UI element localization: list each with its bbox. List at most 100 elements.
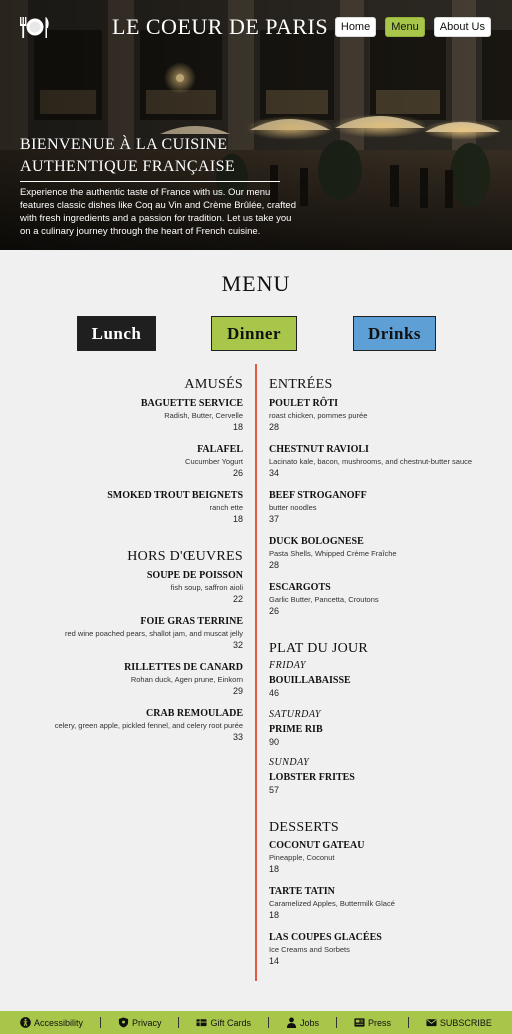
shield-icon <box>118 1017 129 1028</box>
item-price: 26 <box>232 468 243 478</box>
item-price: 22 <box>232 594 243 604</box>
footer-link-gift-cards[interactable]: Gift Cards <box>196 1017 251 1028</box>
footer-separator <box>100 1017 101 1028</box>
menu-item: Bouillabaisse 46 <box>269 675 489 698</box>
menu-item: Chestnut Ravioli Lacinato kale, bacon, m… <box>269 444 489 478</box>
footer-bar: Accessibility Privacy Gift Cards Jobs Pr… <box>0 1011 512 1034</box>
section-title-amuses: Amusés <box>184 377 243 392</box>
footer-link-label: Accessibility <box>34 1017 84 1028</box>
menu-item: Falafel Cucumber Yogurt 26 <box>40 444 243 478</box>
footer-link-jobs[interactable]: Jobs <box>286 1017 319 1028</box>
footer-separator <box>178 1017 180 1028</box>
item-name: Prime Rib <box>269 724 323 735</box>
footer-link-label: SUBSCRIBE <box>439 1017 492 1028</box>
item-description: ranch ette <box>209 503 243 512</box>
item-name: Soupe de Poisson <box>146 570 243 581</box>
menu-item: Prime Rib 90 <box>269 724 489 747</box>
item-price: 18 <box>232 422 243 432</box>
item-description: celery, green apple, pickled fennel, and… <box>54 721 243 730</box>
gift-card-icon <box>196 1019 208 1027</box>
item-description: Pasta Shells, Whipped Crème Fraîche <box>269 549 397 558</box>
footer-separator <box>407 1017 409 1028</box>
item-description: fish soup, saffron aioli <box>170 583 243 592</box>
item-price: 34 <box>269 468 280 478</box>
item-name: Lobster Frites <box>269 772 355 783</box>
item-name: Foie Gras Terrine <box>140 616 243 627</box>
footer-link-accessibility[interactable]: Accessibility <box>20 1017 83 1028</box>
item-price: 32 <box>232 640 243 650</box>
item-price: 28 <box>269 422 280 432</box>
day-label: Friday <box>269 660 306 671</box>
section-title-hors-doeuvres: Hors d'Œuvres <box>127 549 243 564</box>
menu-item: Smoked Trout Beignets ranch ette 18 <box>40 490 243 524</box>
menu-item: Coconut Gateau Pineapple, Coconut 18 <box>269 840 489 874</box>
item-price: 90 <box>269 737 280 747</box>
item-description: roast chicken, pommes purée <box>269 411 368 420</box>
menu-item: Escargots Garlic Butter, Pancetta, Crout… <box>269 582 489 616</box>
item-price: 29 <box>232 686 243 696</box>
menu-item: Foie Gras Terrine red wine poached pears… <box>40 616 243 650</box>
item-name: Las Coupes Glacées <box>269 932 382 943</box>
item-name: Poulet Rôti <box>269 398 338 409</box>
item-name: Coconut Gateau <box>269 840 365 851</box>
footer-link-label: Gift Cards <box>210 1017 251 1028</box>
menu-item: Soupe de Poisson fish soup, saffron aiol… <box>40 570 243 604</box>
item-description: butter noodles <box>269 503 317 512</box>
item-description: Radish, Butter, Cervelle <box>164 411 243 420</box>
item-name: Baguette Service <box>140 398 243 409</box>
item-description: Ice Creams and Sorbets <box>269 945 350 954</box>
menu-item: Duck Bolognese Pasta Shells, Whipped Crè… <box>269 536 489 570</box>
item-description: red wine poached pears, shallot jam, and… <box>64 629 243 638</box>
item-name: Chestnut Ravioli <box>269 444 369 455</box>
day-label: Saturday <box>269 709 321 720</box>
menu-item: Crab Remoulade celery, green apple, pick… <box>40 708 243 742</box>
item-description: Lacinato kale, bacon, mushrooms, and che… <box>269 457 473 466</box>
item-price: 28 <box>269 560 280 570</box>
menu-item: Baguette Service Radish, Butter, Cervell… <box>40 398 243 432</box>
menu-item: Lobster Frites 57 <box>269 772 489 795</box>
section-title-desserts: Desserts <box>269 820 340 835</box>
footer-link-press[interactable]: Press <box>354 1017 391 1028</box>
item-price: 26 <box>269 606 280 616</box>
day-label: Sunday <box>269 757 310 768</box>
item-description: Caramelized Apples, Buttermilk Glacé <box>269 899 395 908</box>
item-price: 46 <box>269 688 280 698</box>
menu-item: Beef Stroganoff butter noodles 37 <box>269 490 489 524</box>
menu-right-column: Entrées Poulet Rôti roast chicken, pomme… <box>269 0 489 1000</box>
menu-item: Poulet Rôti roast chicken, pommes purée … <box>269 398 489 432</box>
item-description: Pineapple, Coconut <box>269 853 335 862</box>
footer-link-label: Press <box>367 1017 391 1028</box>
item-name: Duck Bolognese <box>269 536 364 547</box>
item-description: Garlic Butter, Pancetta, Croutons <box>269 595 379 604</box>
footer-link-label: Jobs <box>299 1017 319 1028</box>
item-name: Crab Remoulade <box>146 708 243 719</box>
item-name: Tarte Tatin <box>269 886 335 897</box>
menu-item: Las Coupes Glacées Ice Creams and Sorbet… <box>269 932 489 966</box>
item-name: Smoked Trout Beignets <box>107 490 243 501</box>
menu-item: Rillettes de Canard Rohan duck, Agen pru… <box>40 662 243 696</box>
section-title-plat-du-jour: Plat du Jour <box>269 641 369 656</box>
newspaper-icon <box>354 1018 365 1027</box>
column-divider <box>255 364 257 981</box>
item-name: Bouillabaisse <box>269 675 351 686</box>
footer-link-subscribe[interactable]: SUBSCRIBE <box>426 1017 492 1028</box>
item-price: 57 <box>269 785 280 795</box>
item-name: Rillettes de Canard <box>124 662 243 673</box>
footer-link-privacy[interactable]: Privacy <box>118 1017 162 1028</box>
footer-link-label: Privacy <box>131 1017 162 1028</box>
person-icon <box>286 1017 297 1028</box>
item-price: 18 <box>269 864 280 874</box>
item-price: 33 <box>232 732 243 742</box>
menu-left-column: Amusés Baguette Service Radish, Butter, … <box>40 0 243 1000</box>
mail-icon <box>426 1019 437 1027</box>
item-price: 18 <box>232 514 243 524</box>
item-price: 14 <box>269 956 280 966</box>
item-name: Falafel <box>197 444 243 455</box>
item-name: Beef Stroganoff <box>269 490 367 501</box>
item-description: Rohan duck, Agen prune, Einkorn <box>130 675 243 684</box>
section-title-entrees: Entrées <box>269 377 333 392</box>
menu-item: Tarte Tatin Caramelized Apples, Buttermi… <box>269 886 489 920</box>
footer-separator <box>267 1017 269 1028</box>
accessibility-icon <box>20 1017 31 1028</box>
item-price: 18 <box>269 910 280 920</box>
